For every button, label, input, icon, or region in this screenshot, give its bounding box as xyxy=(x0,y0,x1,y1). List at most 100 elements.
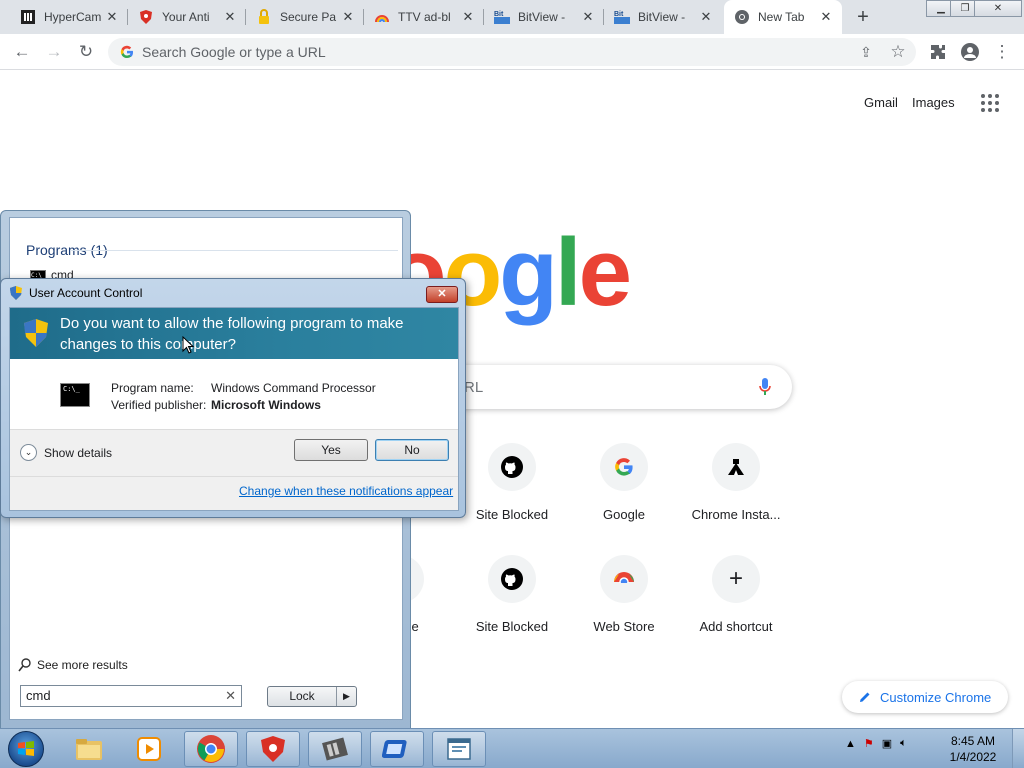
shield-icon xyxy=(138,9,154,25)
show-desktop-button[interactable] xyxy=(1012,729,1024,768)
show-hidden-icons-icon[interactable]: ▲ xyxy=(845,738,856,750)
reload-icon[interactable]: ↻ xyxy=(76,42,96,62)
omnibox-placeholder: Search Google or type a URL xyxy=(142,44,326,60)
new-tab-button[interactable]: + xyxy=(852,7,874,27)
forward-icon[interactable]: → xyxy=(44,42,64,62)
tab-bitview-1[interactable]: Bit BitView - ✕ xyxy=(484,0,604,34)
tab-ttv-adblock[interactable]: TTV ad-bl ✕ xyxy=(364,0,484,34)
ntp-search-box[interactable]: RL xyxy=(420,365,792,409)
uac-dialog: User Account Control ✕ Do you want to al… xyxy=(0,278,466,518)
show-details-label: Show details xyxy=(44,445,113,460)
profile-avatar-icon[interactable] xyxy=(960,42,980,62)
shortcut-google[interactable]: Google xyxy=(568,443,680,522)
taskbar-media-player[interactable] xyxy=(122,731,176,767)
close-icon[interactable]: ✕ xyxy=(104,9,120,25)
publisher-value: Microsoft Windows xyxy=(211,398,321,412)
clock-date: 1/4/2022 xyxy=(949,750,997,764)
close-icon[interactable]: ✕ xyxy=(698,9,714,25)
shield-icon xyxy=(261,736,285,762)
close-icon[interactable]: ✕ xyxy=(818,9,834,25)
close-window-button[interactable]: ✕ xyxy=(974,0,1022,17)
start-button[interactable] xyxy=(8,731,44,767)
close-icon[interactable]: ✕ xyxy=(222,9,238,25)
customize-label: Customize Chrome xyxy=(880,689,992,705)
customize-chrome-button[interactable]: Customize Chrome xyxy=(842,681,1008,713)
tab-title: Your Anti xyxy=(162,10,210,24)
start-search-value: cmd xyxy=(26,688,51,703)
close-icon[interactable]: ✕ xyxy=(580,9,596,25)
padlock-icon xyxy=(256,9,272,25)
uac-banner: Do you want to allow the following progr… xyxy=(10,308,458,359)
clear-search-icon[interactable]: ✕ xyxy=(225,688,236,704)
taskbar-window[interactable] xyxy=(432,731,486,767)
close-icon[interactable]: ✕ xyxy=(340,9,356,25)
microphone-icon[interactable] xyxy=(758,377,772,397)
back-icon[interactable]: ← xyxy=(12,42,32,62)
tab-antivirus[interactable]: Your Anti ✕ xyxy=(128,0,246,34)
lock-options-arrow-icon[interactable]: ▶ xyxy=(336,687,356,706)
shortcut-site-blocked[interactable]: Site Blocked xyxy=(456,443,568,522)
uac-footer: ⌄ Show details Yes No Change when these … xyxy=(10,429,458,510)
google-g-icon xyxy=(120,45,134,59)
share-icon[interactable]: ⇪ xyxy=(856,42,876,62)
logo-letter: g xyxy=(499,219,558,326)
virtual-machine-icon xyxy=(382,740,407,758)
taskbar-antivirus[interactable] xyxy=(246,731,300,767)
see-more-results-link[interactable]: See more results xyxy=(18,658,128,672)
shortcut-site-blocked-2[interactable]: Site Blocked xyxy=(456,555,568,634)
hypercam-icon xyxy=(322,737,348,761)
browser-toolbar: ← → ↻ Search Google or type a URL ⇪ ☆ ⋮ xyxy=(0,34,1024,70)
tab-bitview-2[interactable]: Bit BitView - ✕ xyxy=(604,0,722,34)
bitview-icon: Bit xyxy=(614,9,630,25)
menu-dots-icon[interactable]: ⋮ xyxy=(992,42,1012,62)
system-tray: ▲ ⚑ ▣ 🔈︎ xyxy=(845,737,907,750)
cmd-icon-text: C:\_ xyxy=(63,385,80,393)
volume-icon[interactable]: 🔈︎ xyxy=(900,737,907,750)
uac-shield-icon xyxy=(10,286,22,300)
taskbar-virtual-machine[interactable] xyxy=(370,731,424,767)
tab-strip: HyperCam ✕ Your Anti ✕ Secure Pa ✕ TTV a… xyxy=(0,0,1024,34)
tab-title: HyperCam xyxy=(44,10,102,24)
apps-grid-icon[interactable] xyxy=(981,94,999,112)
tab-secure-pass[interactable]: Secure Pa ✕ xyxy=(246,0,364,34)
start-search-input[interactable]: cmd ✕ xyxy=(20,685,242,707)
star-icon[interactable]: ☆ xyxy=(888,42,908,62)
logo-letter: e xyxy=(578,219,632,326)
taskbar-chrome[interactable] xyxy=(184,731,238,767)
network-icon[interactable]: ▣ xyxy=(882,737,892,750)
uac-question: Do you want to allow the following progr… xyxy=(60,315,404,353)
shortcut-label: Site Blocked xyxy=(475,507,549,522)
action-center-flag-icon[interactable]: ⚑ xyxy=(864,737,874,750)
gmail-link[interactable]: Gmail xyxy=(864,95,898,110)
uac-close-button[interactable]: ✕ xyxy=(426,286,458,303)
extensions-icon[interactable] xyxy=(928,42,948,62)
logo-letter: l xyxy=(554,219,582,326)
close-icon[interactable]: ✕ xyxy=(460,9,476,25)
show-details-toggle[interactable]: ⌄ Show details xyxy=(20,444,112,461)
shortcut-chrome-installer[interactable]: Chrome Insta... xyxy=(680,443,792,522)
mouse-cursor-icon xyxy=(182,336,194,354)
no-button[interactable]: No xyxy=(375,439,449,461)
lock-button[interactable]: Lock ▶ xyxy=(267,686,357,707)
program-name-label: Program name: xyxy=(111,381,194,395)
omnibox[interactable]: Search Google or type a URL xyxy=(108,38,916,66)
tab-title: BitView - xyxy=(638,10,686,24)
cmd-program-icon: C:\_ xyxy=(60,383,90,407)
uac-body: Do you want to allow the following progr… xyxy=(9,307,459,511)
google-icon xyxy=(600,443,648,491)
taskbar-explorer[interactable] xyxy=(62,731,116,767)
bitview-icon: Bit xyxy=(494,9,510,25)
tab-hypercam[interactable]: HyperCam ✕ xyxy=(10,0,128,34)
taskbar-clock[interactable]: 8:45 AM 1/4/2022 xyxy=(940,733,1006,765)
media-player-icon xyxy=(137,737,161,761)
pencil-icon xyxy=(860,692,870,702)
shortcut-web-store[interactable]: Web Store xyxy=(568,555,680,634)
yes-button[interactable]: Yes xyxy=(294,439,368,461)
change-notifications-link[interactable]: Change when these notifications appear xyxy=(239,484,453,498)
images-link[interactable]: Images xyxy=(912,95,955,110)
taskbar-hypercam[interactable] xyxy=(308,731,362,767)
tab-new-tab[interactable]: New Tab ✕ xyxy=(724,0,842,34)
add-shortcut-button[interactable]: + Add shortcut xyxy=(680,555,792,634)
taskbar: ▲ ⚑ ▣ 🔈︎ 8:45 AM 1/4/2022 xyxy=(0,728,1024,768)
shortcut-label: Google xyxy=(603,507,645,522)
